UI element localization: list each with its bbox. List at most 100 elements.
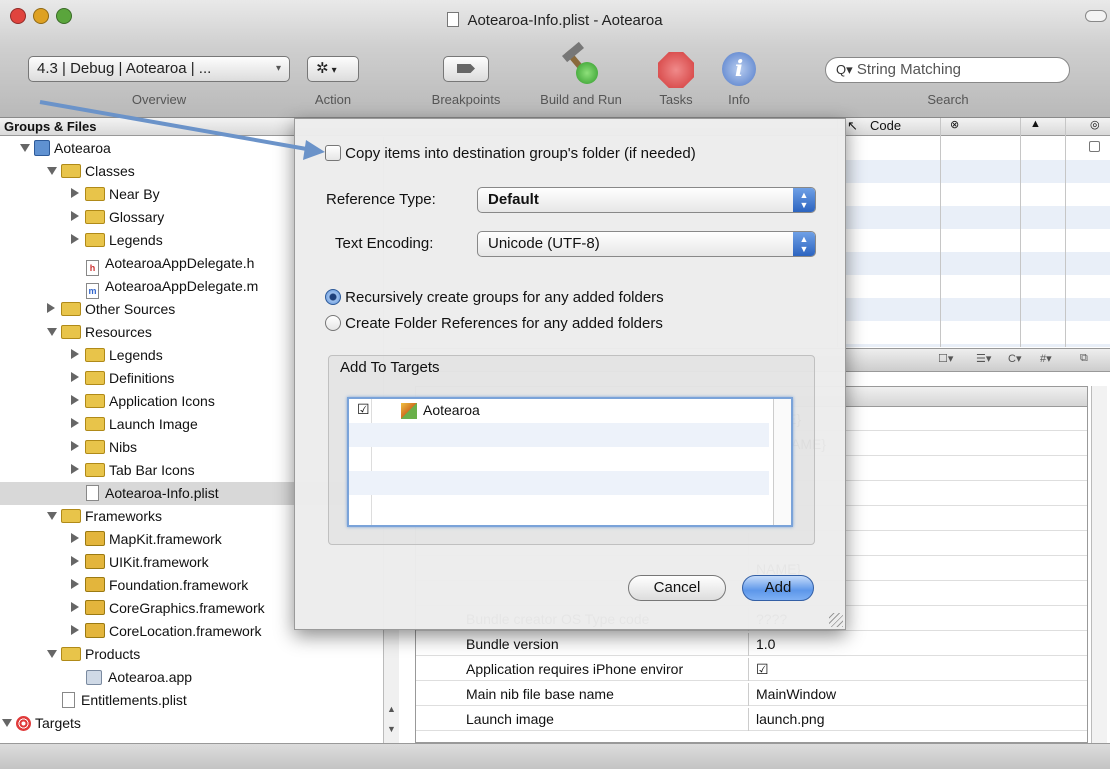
disclosure-closed-icon[interactable] — [71, 234, 79, 244]
warnings-column-icon[interactable]: ▲ — [1030, 118, 1041, 130]
tree-item-label: Legends — [109, 232, 163, 248]
disclosure-open-icon[interactable] — [47, 328, 57, 336]
framework-icon — [85, 623, 105, 638]
cancel-button[interactable]: Cancel — [628, 575, 726, 601]
target-membership-checkbox[interactable] — [1089, 141, 1100, 152]
disclosure-closed-icon[interactable] — [71, 602, 79, 612]
targets-scrollbar[interactable] — [773, 399, 791, 525]
tree-item[interactable]: CoreGraphics.framework — [71, 597, 265, 620]
tree-item[interactable]: Near By — [71, 183, 160, 206]
includes-icon[interactable]: #▾ — [1040, 352, 1052, 365]
column-code[interactable]: Code — [870, 118, 901, 133]
source-file-icon: m — [86, 283, 99, 299]
folder-icon — [85, 440, 105, 454]
radio-recursive-button[interactable] — [325, 289, 341, 305]
resize-grip-icon[interactable] — [829, 613, 843, 627]
target-checkbox[interactable]: ☑ — [357, 401, 370, 418]
disclosure-closed-icon[interactable] — [71, 418, 79, 428]
tree-item[interactable]: Glossary — [71, 206, 164, 229]
info-button[interactable]: i — [722, 52, 756, 86]
disclosure-open-icon[interactable] — [47, 512, 57, 520]
tree-item[interactable]: Products — [47, 643, 140, 666]
scroll-down-icon[interactable]: ▼ — [387, 724, 396, 734]
disclosure-closed-icon[interactable] — [71, 441, 79, 451]
radio-recursive-option[interactable]: Recursively create groups for any added … — [325, 289, 664, 306]
text-encoding-popup[interactable]: Unicode (UTF-8) ▲ ▼ — [477, 231, 816, 257]
navigate-icon[interactable]: ☰▾ — [976, 352, 991, 365]
action-label: Action — [314, 92, 352, 107]
disclosure-closed-icon[interactable] — [71, 211, 79, 221]
target-row-aotearoa[interactable]: ☑ Aotearoa — [349, 399, 769, 525]
tree-item-label: Definitions — [109, 370, 175, 386]
disclosure-closed-icon[interactable] — [71, 464, 79, 474]
tree-item-label: Near By — [109, 186, 160, 202]
tree-item[interactable]: Frameworks — [47, 505, 162, 528]
tree-item[interactable]: Aotearoa — [20, 137, 111, 160]
project-icon — [34, 140, 50, 156]
tree-item[interactable]: Definitions — [71, 367, 174, 390]
tree-item[interactable]: Other Sources — [47, 298, 175, 321]
tree-item[interactable]: UIKit.framework — [71, 551, 209, 574]
disclosure-closed-icon[interactable] — [71, 188, 79, 198]
disclosure-closed-icon[interactable] — [47, 303, 55, 313]
tree-item[interactable]: Nibs — [71, 436, 137, 459]
folder-icon — [61, 647, 81, 661]
folder-icon — [61, 325, 81, 339]
tree-item[interactable]: h AotearoaAppDelegate.h — [86, 252, 254, 276]
disclosure-closed-icon[interactable] — [71, 349, 79, 359]
plist-row[interactable]: Application requires iPhone enviror ☑ — [416, 658, 1087, 681]
tree-item[interactable]: Targets — [2, 712, 81, 735]
scroll-up-icon[interactable]: ▲ — [387, 704, 396, 714]
reference-type-popup[interactable]: Default ▲ ▼ — [477, 187, 816, 213]
radio-folder-refs-button[interactable] — [325, 315, 341, 331]
target-column-icon[interactable]: ◎ — [1090, 118, 1100, 131]
tree-item[interactable]: Launch Image — [71, 413, 198, 436]
tree-item[interactable]: MapKit.framework — [71, 528, 222, 551]
classes-icon[interactable]: C▾ — [1008, 352, 1021, 365]
tree-item[interactable]: Aotearoa.app — [86, 666, 192, 689]
tree-item[interactable]: Resources — [47, 321, 152, 344]
disclosure-closed-icon[interactable] — [71, 533, 79, 543]
build-and-run-button[interactable] — [560, 41, 604, 88]
disclosure-open-icon[interactable] — [47, 650, 57, 658]
copy-items-checkbox[interactable] — [325, 145, 341, 161]
tree-item[interactable]: Tab Bar Icons — [71, 459, 195, 482]
disclosure-closed-icon[interactable] — [71, 372, 79, 382]
folder-icon — [85, 394, 105, 408]
plist-row[interactable]: Main nib file base name MainWindow — [416, 683, 1087, 706]
breakpoints-button[interactable] — [443, 56, 489, 82]
disclosure-closed-icon[interactable] — [71, 556, 79, 566]
toolbar-toggle-button[interactable] — [1085, 10, 1107, 22]
tree-item[interactable]: CoreLocation.framework — [71, 620, 262, 643]
sort-icon[interactable]: ↖ — [847, 118, 858, 134]
disclosure-open-icon[interactable] — [20, 144, 30, 152]
disclosure-open-icon[interactable] — [2, 719, 12, 727]
tree-item[interactable]: Entitlements.plist — [62, 689, 187, 712]
tree-item-label: Entitlements.plist — [81, 692, 187, 708]
tree-item[interactable]: Foundation.framework — [71, 574, 248, 597]
disclosure-closed-icon[interactable] — [71, 579, 79, 589]
stop-tasks-button[interactable] — [658, 52, 694, 88]
disclosure-closed-icon[interactable] — [71, 625, 79, 635]
add-button[interactable]: Add — [742, 575, 814, 601]
tree-item[interactable]: Legends — [71, 344, 163, 367]
tree-item[interactable]: m AotearoaAppDelegate.m — [86, 275, 258, 299]
bookmarks-icon[interactable]: ☐▾ — [938, 352, 953, 365]
disclosure-open-icon[interactable] — [47, 167, 57, 175]
disclosure-closed-icon[interactable] — [71, 395, 79, 405]
search-field[interactable]: Q▾ String Matching — [825, 57, 1070, 83]
radio-folder-refs-option[interactable]: Create Folder References for any added f… — [325, 315, 663, 332]
tree-item[interactable]: Classes — [47, 160, 135, 183]
plist-row[interactable]: Launch image launch.png — [416, 708, 1087, 731]
plist-scrollbar[interactable] — [1091, 386, 1107, 743]
folder-icon — [61, 302, 81, 316]
errors-column-icon[interactable]: ⊗ — [950, 118, 959, 131]
split-editor-icon[interactable]: ⧉ — [1080, 352, 1088, 365]
targets-list[interactable]: ☑ Aotearoa — [347, 397, 793, 527]
action-button[interactable]: ✲ ▾ — [307, 56, 359, 82]
tree-item[interactable]: Legends — [71, 229, 163, 252]
copy-items-option[interactable]: Copy items into destination group's fold… — [325, 145, 696, 162]
plist-row[interactable]: Bundle version 1.0 — [416, 633, 1087, 656]
overview-popup[interactable]: 4.3 | Debug | Aotearoa | ... ▾ — [28, 56, 290, 82]
tree-item[interactable]: Application Icons — [71, 390, 215, 413]
